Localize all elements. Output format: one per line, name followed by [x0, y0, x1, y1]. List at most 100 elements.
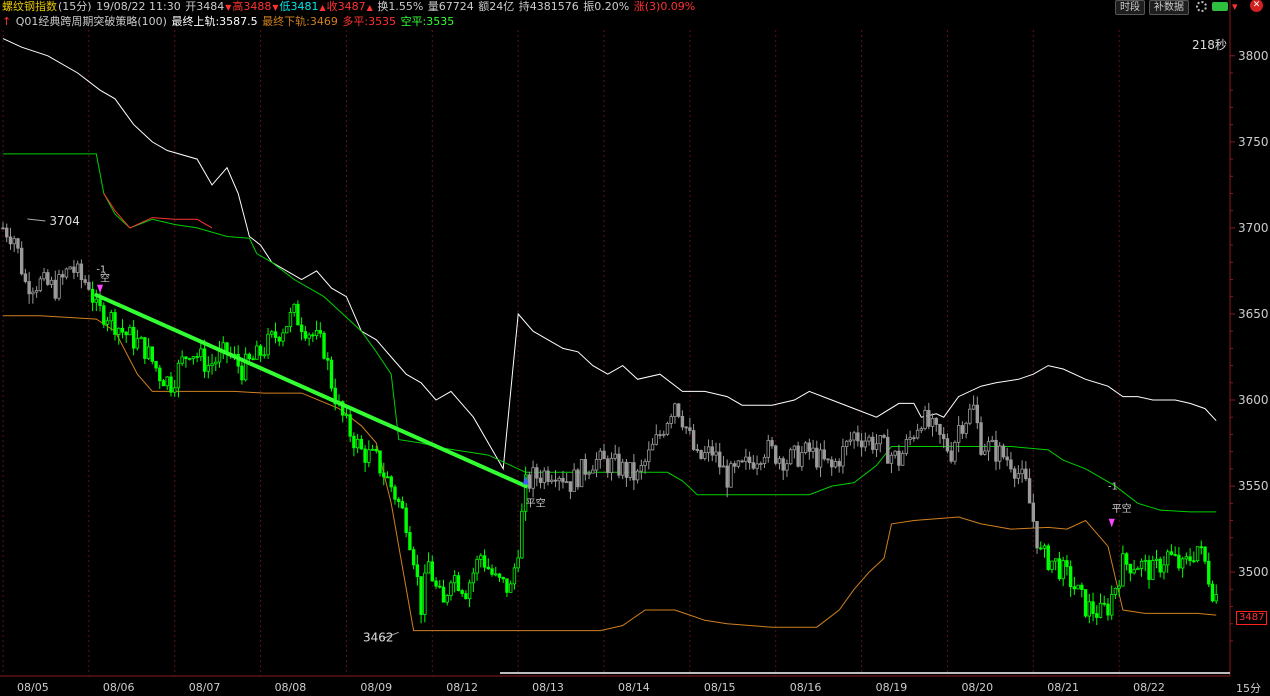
candle-body [1012, 468, 1017, 479]
candle-body [210, 363, 214, 367]
candle-body [1195, 546, 1200, 562]
candle-body [945, 438, 950, 452]
candle-body [158, 367, 162, 382]
candle-body [1192, 560, 1196, 563]
close-label: 收3487 [326, 0, 366, 13]
candle-body [258, 345, 263, 356]
kline-chart[interactable]: 37043462-1空平空-1平空 3500355036003650370037… [0, 0, 1270, 696]
candle-body [777, 458, 782, 464]
candle-body [617, 453, 621, 476]
candle-body [1207, 560, 1211, 585]
candle-body [983, 450, 987, 455]
candle-body [434, 580, 438, 587]
candle-body [807, 442, 812, 452]
candle-body [930, 417, 935, 427]
candle-body [169, 376, 173, 393]
candle-body [822, 449, 826, 460]
candle-body [538, 477, 543, 483]
candle-body [755, 463, 759, 469]
x-tick-label: 08/13 [532, 681, 564, 694]
candle-body [994, 439, 998, 462]
candle-body [16, 238, 20, 249]
chart-annotation-label: 平空 [526, 497, 546, 510]
settings-icon[interactable] [1196, 1, 1207, 12]
candle-body [8, 236, 13, 245]
candle-body [31, 291, 35, 295]
candle-body [139, 337, 143, 340]
candle-body [1042, 545, 1047, 549]
candle-body [594, 459, 599, 471]
candle-body [460, 590, 464, 594]
segment-button[interactable]: 时段 [1115, 0, 1145, 15]
candle-body [494, 573, 498, 576]
candle-body [848, 439, 853, 442]
candle-body [863, 440, 868, 448]
high-label: 高3488 [232, 0, 272, 13]
candle-body [452, 575, 457, 584]
candle-body [781, 458, 785, 471]
candle-body [729, 463, 733, 488]
candle-body [1009, 459, 1013, 470]
candle-body [90, 288, 95, 303]
candle-body [598, 450, 602, 460]
candle-body [658, 434, 662, 437]
last-price-tag: 3487 [1236, 611, 1268, 625]
up-arrow-icon: ▲ [366, 3, 373, 12]
candle-body [624, 461, 629, 478]
candle-body [576, 469, 580, 488]
x-tick-label: 08/15 [704, 681, 736, 694]
candle-body [464, 593, 468, 600]
candle-body [135, 338, 140, 349]
candle-body [251, 358, 255, 361]
candle-body [299, 324, 304, 332]
candle-body [326, 357, 330, 361]
candle-body [27, 281, 31, 295]
down-arrow-icon: ▼ [272, 3, 279, 12]
candle-body [348, 414, 352, 437]
candle-body [329, 359, 334, 389]
candle-body [662, 433, 666, 436]
candle-body [912, 437, 916, 440]
candle-body [647, 449, 651, 463]
candle-body [718, 451, 722, 468]
x-tick-label: 08/12 [446, 681, 478, 694]
candle-body [1035, 521, 1039, 549]
collapse-arrow-icon[interactable]: ▾ [1232, 0, 1238, 13]
candle-body [1110, 594, 1114, 616]
x-scroll-indicator [500, 672, 1230, 674]
chart-annotation-label: 空 [100, 271, 110, 284]
candle-body [72, 266, 76, 273]
fill-data-button[interactable]: 补数据 [1149, 0, 1189, 15]
candle-body [531, 467, 535, 489]
candle-body [546, 470, 550, 482]
candle-body [900, 452, 905, 466]
datetime-label: 19/08/22 11:30 [96, 0, 181, 13]
candle-body [908, 437, 912, 440]
candle-body [964, 422, 968, 434]
candle-body [695, 449, 700, 451]
candle-body [1098, 602, 1103, 618]
candle-body [893, 450, 897, 456]
x-tick-label: 08/22 [1133, 681, 1165, 694]
candle-body [956, 425, 961, 443]
chart-annotation-label: 3704 [49, 214, 80, 228]
candle-body [620, 461, 625, 476]
candle-body [1162, 564, 1166, 573]
candle-body [314, 330, 319, 337]
candle-body [240, 365, 244, 381]
candle-body [482, 555, 487, 568]
candle-body [1091, 601, 1095, 614]
candle-body [102, 305, 106, 325]
candle-body [721, 465, 726, 468]
candle-body [811, 447, 815, 452]
candle-body [971, 404, 976, 410]
candle-body [938, 424, 942, 435]
candle-body [471, 572, 476, 584]
money-icon[interactable] [1212, 2, 1228, 11]
candle-body [986, 441, 991, 452]
candle-body [1203, 546, 1207, 562]
candle-body [419, 576, 423, 615]
candle-body [1128, 563, 1133, 574]
candle-body [456, 575, 461, 591]
candle-body [1139, 560, 1144, 569]
